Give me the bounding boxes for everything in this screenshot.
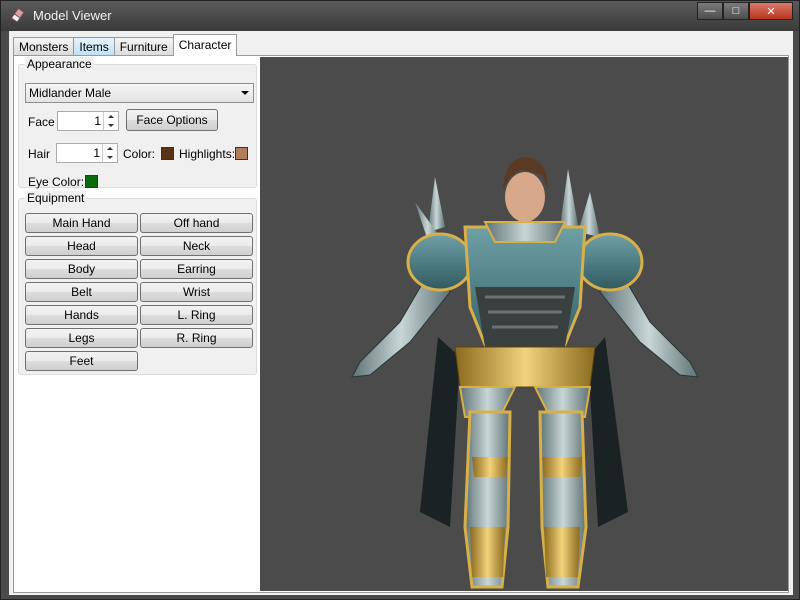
hands-button[interactable]: Hands [25,305,138,325]
hair-color-swatch[interactable] [161,147,174,160]
tab-furniture[interactable]: Furniture [113,37,174,55]
main-hand-button[interactable]: Main Hand [25,213,138,233]
equipment-group: Equipment Main Hand Off hand Head Neck B… [18,191,257,375]
minimize-button[interactable]: — [697,2,723,20]
tab-character[interactable]: Character [172,34,238,56]
eraser-app-icon [11,8,25,23]
hair-label: Hair [28,147,51,161]
eye-color-label: Eye Color: [28,175,85,189]
legs-button[interactable]: Legs [25,328,138,348]
appearance-group: Appearance Midlander Male Face 1 Face Op… [18,57,257,189]
model-viewport[interactable] [260,57,788,591]
maximize-button[interactable]: □ [723,2,749,20]
feet-button[interactable]: Feet [25,351,138,371]
highlights-label: Highlights: [179,147,236,161]
appearance-group-title: Appearance [25,57,94,71]
close-button[interactable]: ✕ [749,2,793,20]
client-area: Monsters Items Furniture Character Appea… [9,31,793,595]
eye-color-swatch[interactable] [85,175,98,188]
off-hand-button[interactable]: Off hand [140,213,253,233]
race-select-value: Midlander Male [29,86,112,100]
belt-button[interactable]: Belt [25,282,138,302]
highlights-color-swatch[interactable] [235,147,248,160]
face-options-button[interactable]: Face Options [126,109,218,131]
race-select[interactable]: Midlander Male [25,83,254,103]
face-increment-button[interactable] [104,112,118,121]
head-button[interactable]: Head [25,236,138,256]
face-stepper[interactable]: 1 [57,111,119,131]
armored-character-model [351,157,699,589]
hair-value: 1 [93,146,100,160]
tab-items[interactable]: Items [73,37,115,55]
face-decrement-button[interactable] [104,121,118,130]
window-title: Model Viewer [33,8,112,23]
hair-stepper[interactable]: 1 [56,143,118,163]
tab-strip: Monsters Items Furniture Character [13,33,238,56]
tab-monsters[interactable]: Monsters [13,37,75,55]
body-button[interactable]: Body [25,259,138,279]
title-bar[interactable]: Model Viewer — □ ✕ [1,1,799,31]
equipment-group-title: Equipment [25,191,87,205]
chevron-down-icon [241,91,249,95]
earring-button[interactable]: Earring [140,259,253,279]
hair-decrement-button[interactable] [103,153,117,162]
app-window: Model Viewer — □ ✕ Monsters Items Furnit… [0,0,800,600]
face-value: 1 [94,114,101,128]
hair-increment-button[interactable] [103,144,117,153]
l-ring-button[interactable]: L. Ring [140,305,253,325]
character-tab-panel: Appearance Midlander Male Face 1 Face Op… [13,55,789,593]
r-ring-button[interactable]: R. Ring [140,328,253,348]
face-label: Face [28,115,55,129]
neck-button[interactable]: Neck [140,236,253,256]
wrist-button[interactable]: Wrist [140,282,253,302]
hair-color-label: Color: [123,147,156,161]
